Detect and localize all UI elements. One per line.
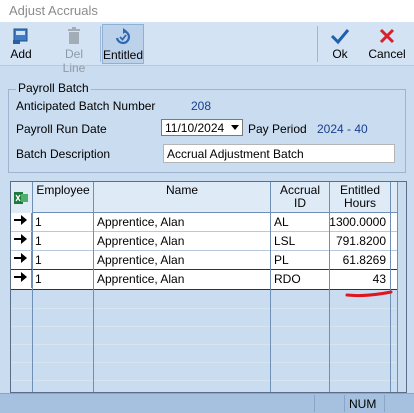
grid-scrollbar[interactable] [397,182,406,392]
status-pane [384,395,414,412]
arrow-right-icon [14,253,27,263]
red-annotation-underline [345,290,393,298]
column-divider [32,182,33,392]
entitled-label: Entitled [103,48,144,62]
payroll-batch-legend: Payroll Batch [16,81,91,95]
toolbar-separator [100,26,101,62]
employee-cell: 1 [35,234,42,248]
employee-cell: 1 [35,272,42,286]
payroll-run-date-label: Payroll Run Date [16,122,107,136]
column-divider [93,182,94,392]
header-name[interactable]: Name [94,182,270,213]
grid-header: Employee Name Accrual ID Entitled Hours [11,182,406,213]
export-excel-cell[interactable] [11,182,32,213]
name-cell: Apprentice, Alan [97,253,185,267]
payroll-run-date-value: 11/10/2024 [165,121,225,135]
entitled-button[interactable]: Entitled [102,24,144,64]
trash-icon [64,26,84,46]
table-row[interactable]: 1 Apprentice, Alan PL 61.8269 [11,251,406,270]
status-pane-num: NUM [344,395,384,412]
header-accrual-id[interactable]: Accrual ID [271,182,329,213]
entitled-hours-cell: 1300.0000 [329,215,386,229]
window-title: Adjust Accruals [9,3,98,18]
title-bar: Adjust Accruals [0,0,414,22]
arrow-right-icon [14,215,27,225]
empty-row [11,345,406,363]
entitled-hours-cell: 61.8269 [342,253,386,267]
refresh-check-icon [113,27,133,47]
header-entitled-hours[interactable]: Entitled Hours [330,182,390,213]
accrual-id-cell: PL [274,253,289,267]
name-cell: Apprentice, Alan [97,272,185,286]
del-line-button[interactable]: Del Line [52,24,96,75]
row-selector[interactable] [11,213,32,231]
status-pane [314,395,344,412]
header-employee[interactable]: Employee [33,182,93,213]
row-selector[interactable] [11,251,32,269]
batch-description-value: Accrual Adjustment Batch [167,147,304,161]
table-row[interactable]: 1 Apprentice, Alan LSL 791.8200 [11,232,406,251]
add-button[interactable]: Add [6,24,36,64]
add-label: Add [10,47,32,61]
add-icon [11,26,31,46]
anticipated-batch-number-label: Anticipated Batch Number [16,99,156,113]
status-bar: NUM [0,393,414,413]
accrual-id-cell: AL [274,215,289,229]
chevron-down-icon[interactable] [227,120,242,135]
arrow-right-icon [14,272,27,282]
arrow-right-icon [14,234,27,244]
pay-period-label: Pay Period [248,122,307,136]
accrual-id-cell: LSL [274,234,296,248]
checkmark-icon [330,26,350,46]
payroll-run-date-dropdown[interactable]: 11/10/2024 [161,119,243,136]
column-divider [329,182,330,392]
close-icon [377,26,397,46]
row-selector[interactable] [11,270,32,288]
ok-button[interactable]: Ok [321,24,359,64]
batch-description-label: Batch Description [16,147,111,161]
name-cell: Apprentice, Alan [97,234,185,248]
batch-description-field[interactable]: Accrual Adjustment Batch [163,144,395,163]
toolbar-separator [317,26,318,62]
empty-row [11,363,406,381]
entitled-hours-cell[interactable]: 43 [373,272,386,286]
employee-cell: 1 [35,253,42,267]
cancel-button[interactable]: Cancel [366,24,408,64]
toolbar: Add Del Line Entitled Ok Cancel [0,22,414,75]
column-divider [270,182,271,392]
anticipated-batch-number-value: 208 [191,99,212,113]
cancel-label: Cancel [368,47,406,61]
accrual-id-cell: RDO [274,272,301,286]
employee-cell: 1 [35,215,42,229]
ok-label: Ok [332,47,348,61]
row-selector[interactable] [11,232,32,250]
empty-row [11,327,406,345]
pay-period-value: 2024 - 40 [317,122,368,136]
adjust-accruals-window: Adjust Accruals Add Del Line Entitled Ok… [0,0,414,413]
del-line-label: Del Line [62,47,86,75]
empty-row [11,309,406,327]
name-cell: Apprentice, Alan [97,215,185,229]
num-lock-indicator: NUM [349,397,377,411]
entitled-hours-cell: 791.8200 [335,234,386,248]
excel-icon [14,192,28,204]
table-row[interactable]: 1 Apprentice, Alan AL 1300.0000 [11,213,406,232]
